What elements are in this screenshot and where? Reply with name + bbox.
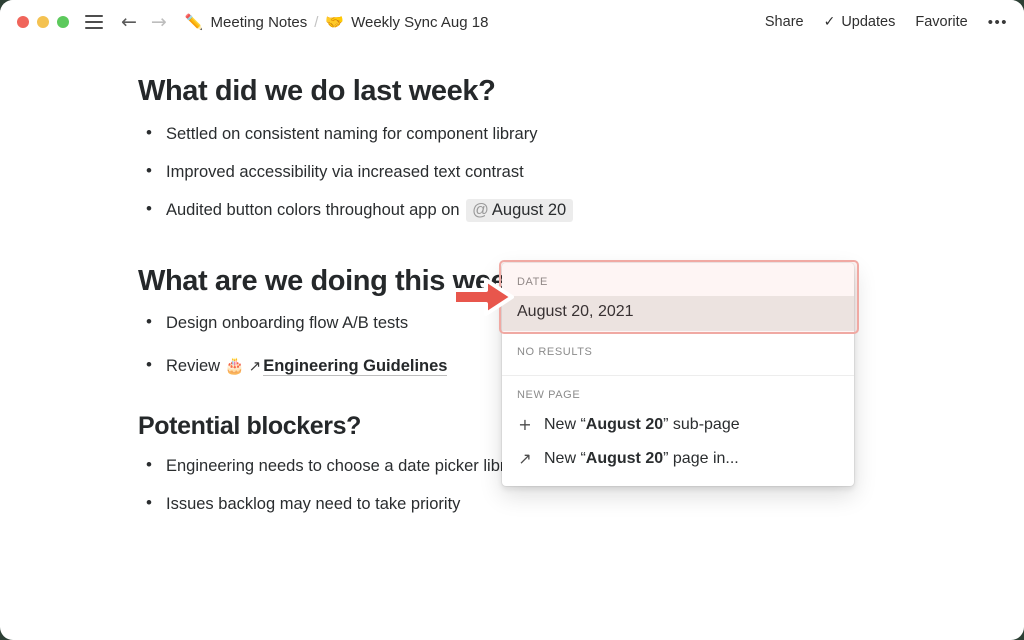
list-item-text: Review <box>166 356 225 375</box>
list-item-text: Audited button colors throughout app on <box>166 201 465 220</box>
arrow-up-right-icon: ↗ <box>518 449 532 468</box>
popup-new-subpage-option[interactable]: + New “August 20” sub-page <box>502 409 854 443</box>
updates-button[interactable]: ✓ Updates <box>824 14 896 30</box>
label-suffix: ” sub-page <box>663 416 740 433</box>
popup-section-label-date: DATE <box>517 276 548 288</box>
external-link-arrow-icon: ↗ <box>248 356 262 375</box>
minimize-button[interactable] <box>37 16 49 28</box>
page-title: What did we do last week? <box>138 75 496 107</box>
list-item-text: Settled on consistent naming for compone… <box>166 124 538 143</box>
popup-section-label-new-page: NEW PAGE <box>517 389 581 401</box>
share-button[interactable]: Share <box>765 14 804 30</box>
breadcrumb-separator: / <box>314 13 319 31</box>
popup-date-section: DATE August 20, 2021 <box>502 263 854 330</box>
page-link-engineering-guidelines[interactable]: Engineering Guidelines <box>263 356 448 376</box>
list-item[interactable]: Audited button colors throughout app on … <box>138 198 1024 223</box>
bullet-list-last-week: Settled on consistent naming for compone… <box>138 122 1024 223</box>
label-prefix: New “ <box>544 450 586 467</box>
at-sign-icon: @ <box>472 201 489 220</box>
date-mention-label: August 20 <box>491 201 567 220</box>
popup-new-subpage-label: New “August 20” sub-page <box>544 416 740 434</box>
popup-no-results-label: NO RESULTS <box>517 346 593 358</box>
list-item[interactable]: Issues backlog may need to take priority <box>138 492 1024 515</box>
popup-date-option[interactable]: August 20, 2021 <box>502 296 854 330</box>
hamburger-menu-icon[interactable] <box>85 15 103 29</box>
cake-icon: 🎂 <box>224 355 245 375</box>
popup-new-page-in-label: New “August 20” page in... <box>544 450 739 468</box>
list-item-text: Design onboarding flow A/B tests <box>166 314 409 333</box>
favorite-button[interactable]: Favorite <box>915 14 967 30</box>
nav-arrows: ← → <box>121 12 167 32</box>
titlebar: ← → ✏️ Meeting Notes / 🤝 Weekly Sync Aug… <box>0 0 1024 44</box>
page-body: What did we do last week? Settled on con… <box>0 44 1024 640</box>
list-item-text: Issues backlog may need to take priority <box>166 495 461 514</box>
popup-no-results-section: NO RESULTS <box>502 331 854 375</box>
breadcrumb-label: Weekly Sync Aug 18 <box>351 13 489 31</box>
more-options-icon[interactable]: ••• <box>988 14 1008 31</box>
breadcrumb-item-weekly-sync[interactable]: 🤝 Weekly Sync Aug 18 <box>325 14 488 31</box>
label-prefix: New “ <box>544 416 586 433</box>
updates-label: Updates <box>841 14 896 30</box>
popup-date-option-label: August 20, 2021 <box>517 303 634 320</box>
back-arrow-icon[interactable]: ← <box>121 12 137 32</box>
close-button[interactable] <box>17 16 29 28</box>
check-icon: ✓ <box>823 14 836 30</box>
titlebar-actions: Share ✓ Updates Favorite ••• <box>765 14 1008 31</box>
date-mention-chip[interactable]: @ August 20 <box>466 199 574 223</box>
mention-autocomplete-popup[interactable]: DATE August 20, 2021 NO RESULTS NEW PAGE… <box>502 263 854 486</box>
zoom-button[interactable] <box>57 16 69 28</box>
handshake-icon: 🤝 <box>325 12 345 31</box>
pencil-icon: ✏️ <box>184 12 204 31</box>
list-item[interactable]: Improved accessibility via increased tex… <box>138 160 1024 183</box>
list-item-text: Improved accessibility via increased tex… <box>166 163 524 182</box>
list-item[interactable]: Settled on consistent naming for compone… <box>138 122 1024 145</box>
popup-new-page-section: NEW PAGE + New “August 20” sub-page ↗ Ne… <box>502 376 854 486</box>
plus-icon: + <box>518 415 532 434</box>
label-suffix: ” page in... <box>663 450 739 467</box>
forward-arrow-icon[interactable]: → <box>151 12 167 32</box>
label-bold: August 20 <box>585 416 664 433</box>
breadcrumb: ✏️ Meeting Notes / 🤝 Weekly Sync Aug 18 <box>185 14 489 31</box>
label-bold: August 20 <box>585 450 664 467</box>
breadcrumb-label: Meeting Notes <box>210 13 308 31</box>
app-window: ← → ✏️ Meeting Notes / 🤝 Weekly Sync Aug… <box>0 0 1024 640</box>
traffic-lights <box>17 16 69 28</box>
breadcrumb-item-meeting-notes[interactable]: ✏️ Meeting Notes <box>185 14 307 31</box>
popup-new-page-in-option[interactable]: ↗ New “August 20” page in... <box>502 443 854 477</box>
